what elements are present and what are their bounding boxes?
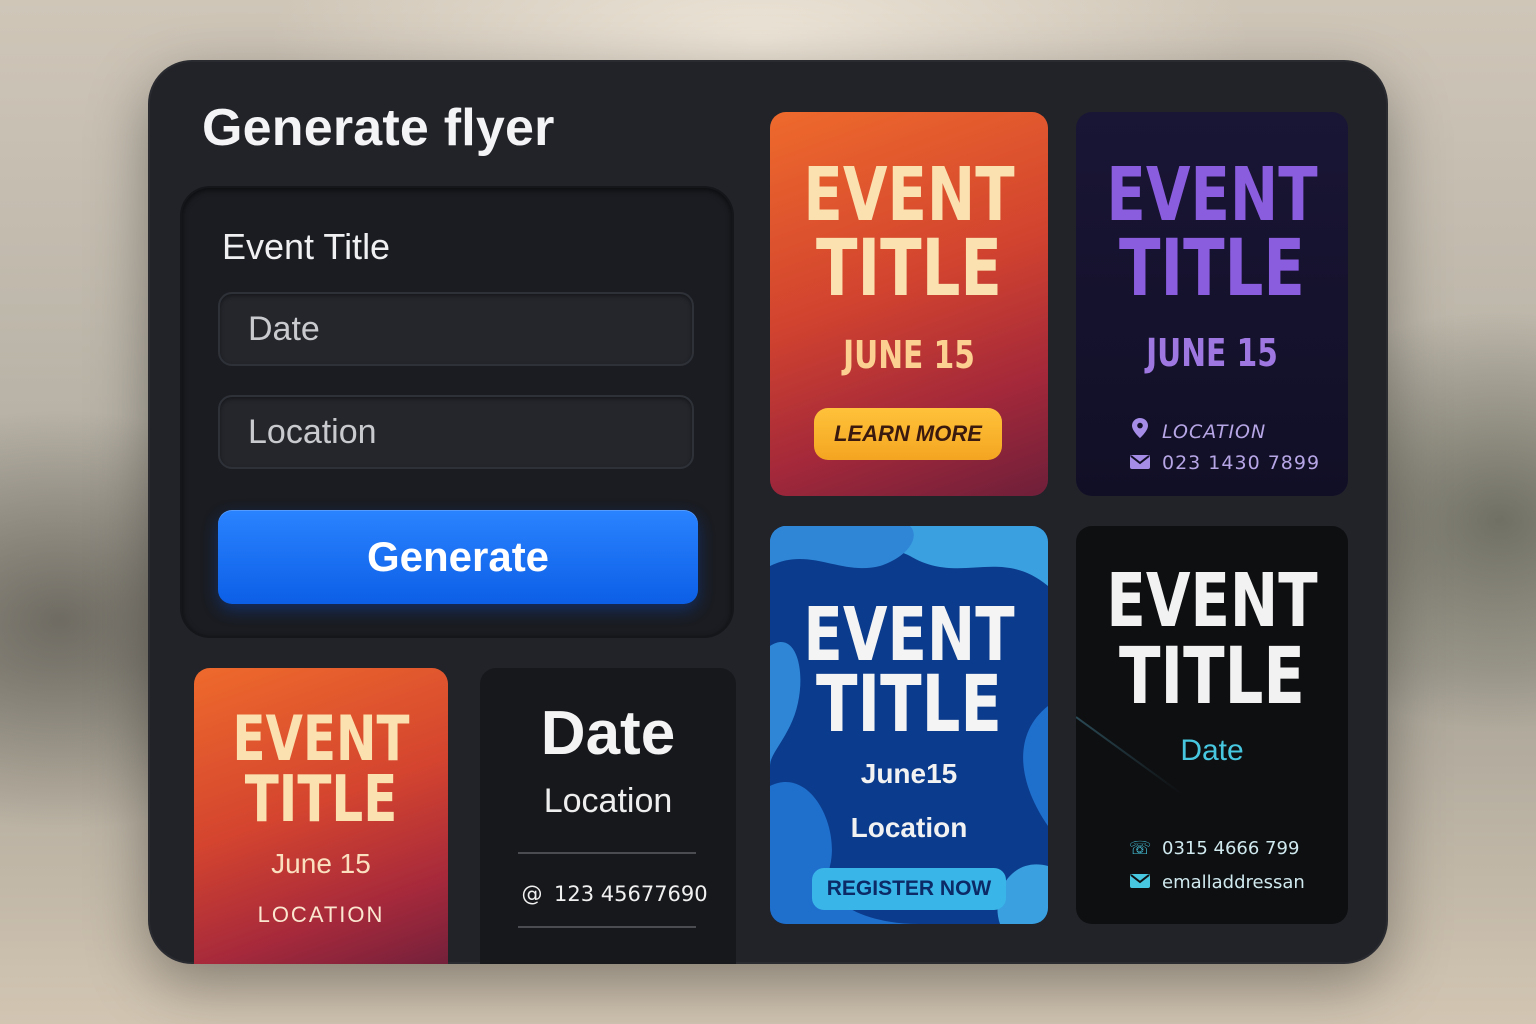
- flyer-location: Location: [543, 782, 673, 820]
- divider: [518, 852, 696, 854]
- flyer-title-line1: EVENT: [1106, 558, 1318, 644]
- flyer-location: LOCATION: [257, 902, 385, 927]
- flyer-purple[interactable]: EVENT TITLE JUNE 15 LOCATION 023 1430 78…: [1076, 112, 1348, 496]
- flyer-blue[interactable]: EVENT TITLE June15 Location REGISTER NOW: [770, 526, 1048, 924]
- flyer-dark-date[interactable]: Date Location @123 45677690: [480, 668, 736, 964]
- date-input[interactable]: [218, 292, 694, 366]
- envelope-icon: [1128, 872, 1152, 893]
- phone-icon: ☏: [1128, 838, 1152, 859]
- flyer-generator-panel: Generate flyer Event Title Generate EVEN…: [148, 60, 1388, 964]
- flyer-title-line2: TITLE: [816, 224, 1002, 314]
- flyer-title-line2: TITLE: [1119, 632, 1305, 722]
- flyer-date: June15: [860, 758, 958, 789]
- flyer-phone: 023 1430 7899: [1162, 452, 1321, 474]
- flyer-location-row: LOCATION: [1128, 418, 1266, 443]
- flyer-form: Event Title Generate: [182, 188, 732, 636]
- flyer-contact-row: 023 1430 7899: [1128, 452, 1320, 474]
- flyer-date: Date: [540, 699, 676, 768]
- flyer-location: LOCATION: [1162, 421, 1267, 443]
- flyer-orange-small[interactable]: EVENT TITLE June 15 LOCATION: [194, 668, 448, 964]
- flyer-title-line1: EVENT: [803, 152, 1015, 238]
- envelope-icon: [1128, 452, 1152, 474]
- register-now-button[interactable]: REGISTER NOW: [812, 868, 1006, 910]
- flyer-email-row: emalladdressan: [1128, 872, 1305, 893]
- flyer-orange[interactable]: EVENT TITLE JUNE 15 LEARN MORE: [770, 112, 1048, 496]
- flyer-date: Date: [1180, 734, 1244, 767]
- pin-icon: [1128, 418, 1152, 443]
- learn-more-button[interactable]: LEARN MORE: [814, 408, 1002, 460]
- flyer-date: JUNE 15: [1146, 331, 1278, 375]
- flyer-phone-row: @123 45677690: [520, 882, 708, 906]
- generate-button[interactable]: Generate: [218, 510, 698, 604]
- flyer-date: June 15: [271, 848, 371, 879]
- event-title-label: Event Title: [222, 226, 391, 267]
- flyer-location: Location: [850, 812, 968, 843]
- flyer-title-line2: TITLE: [244, 763, 398, 837]
- divider: [518, 926, 696, 928]
- flyer-phone: 0315 4666 799: [1162, 838, 1300, 859]
- flyer-phone: 123 45677690: [554, 882, 708, 906]
- flyer-date: JUNE 15: [843, 333, 975, 377]
- flyer-title-line1: EVENT: [232, 702, 410, 775]
- page-title: Generate flyer: [202, 99, 555, 157]
- flyer-title-line2: TITLE: [1119, 224, 1305, 314]
- flyer-email: emalladdressan: [1162, 872, 1305, 893]
- flyer-title-line2: TITLE: [816, 660, 1002, 750]
- location-input[interactable]: [218, 395, 694, 469]
- flyer-phone-row: ☏ 0315 4666 799: [1128, 838, 1300, 859]
- at-icon: @: [521, 882, 543, 906]
- flyer-black[interactable]: EVENT TITLE Date ☏ 0315 4666 799 emalladd…: [1076, 526, 1348, 924]
- flyer-title-line1: EVENT: [1106, 152, 1318, 238]
